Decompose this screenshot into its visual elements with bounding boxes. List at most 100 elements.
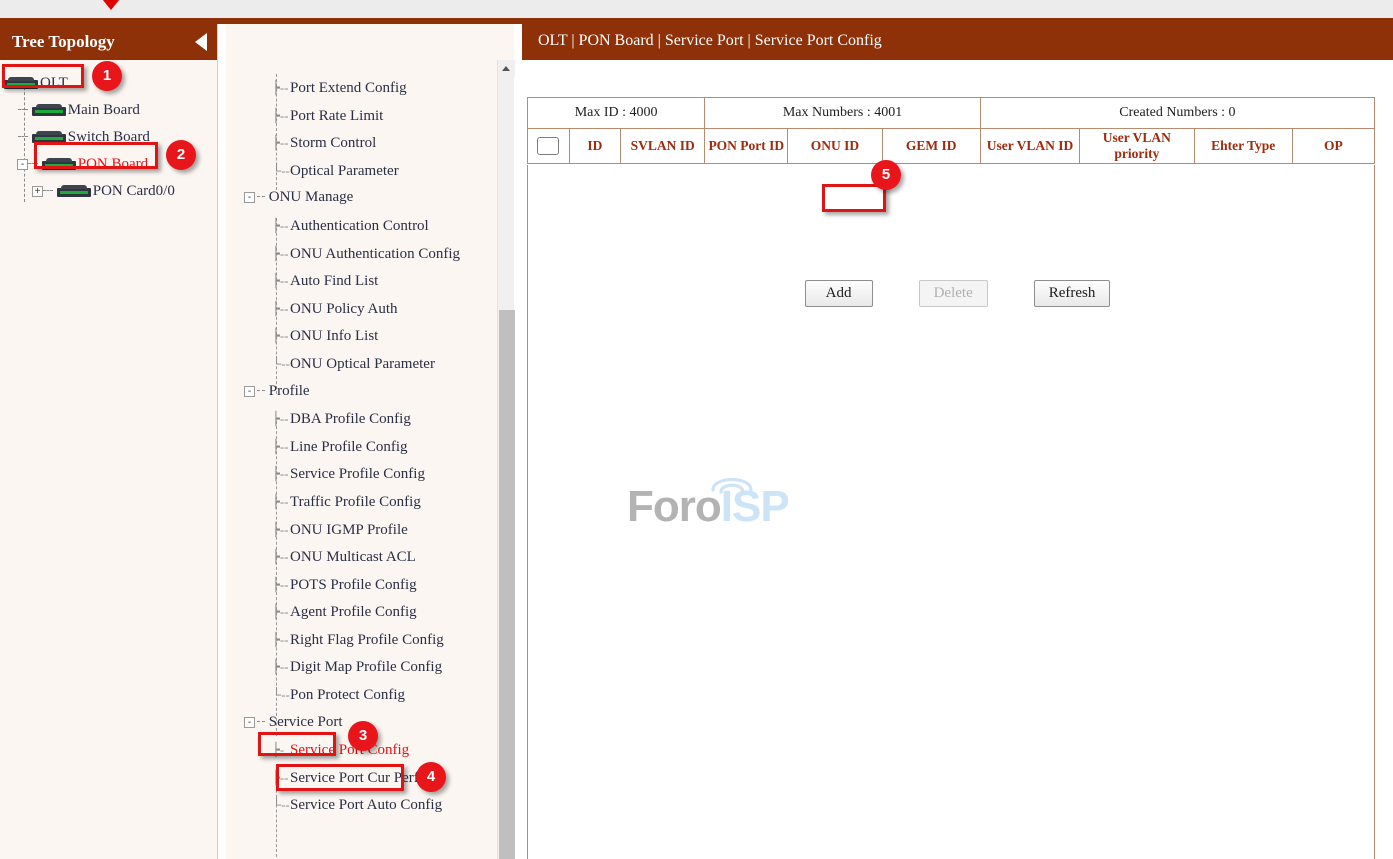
menu-item-port-extend-config[interactable]: ┝--Port Extend Config [226, 74, 514, 102]
menu-item-storm-control[interactable]: ┝--Storm Control [226, 129, 514, 157]
content-area: Max ID : 4000 Max Numbers : 4001 Created… [522, 97, 1393, 164]
triangle-left-icon[interactable] [195, 33, 207, 51]
menu-item-label: ONU Authentication Config [290, 246, 460, 262]
select-all-checkbox[interactable] [537, 137, 559, 155]
step-badge-5: 5 [871, 160, 901, 190]
menu-item-right-flag-profile-config[interactable]: ┝--Right Flag Profile Config [226, 626, 514, 654]
tree-node-main-board[interactable]: Main Board [0, 97, 217, 124]
tree-dash-icon: ┝- [272, 736, 290, 764]
menu-item-traffic-profile-config[interactable]: ┝--Traffic Profile Config [226, 488, 514, 516]
foroisp-watermark: ForoISP [627, 482, 827, 532]
menu-item-auto-find-list[interactable]: ┝--Auto Find List [226, 267, 514, 295]
column-user-vlan-id: User VLAN ID [980, 129, 1079, 164]
menu-item-onu-authentication-config[interactable]: ┝--ONU Authentication Config [226, 240, 514, 268]
column-id: ID [569, 129, 621, 164]
menu-item-optical-parameter[interactable]: └--Optical Parameter [226, 157, 514, 185]
menu-group-profile[interactable]: - Profile [226, 378, 514, 406]
scrollbar-thumb[interactable] [499, 310, 515, 859]
device-icon [42, 157, 76, 170]
device-icon [4, 76, 38, 89]
menu-group-onu-manage[interactable]: - ONU Manage [226, 184, 514, 212]
menu-item-onu-igmp-profile[interactable]: ┝--ONU IGMP Profile [226, 516, 514, 544]
tree-node-label: PON Board [78, 156, 148, 172]
tree-dash-icon: └-- [272, 350, 290, 378]
tree-dash-icon: ┝-- [272, 598, 290, 626]
menu-item-label: POTS Profile Config [290, 577, 417, 593]
refresh-button[interactable]: Refresh [1034, 280, 1111, 307]
menu-expander-minus-icon[interactable]: - [244, 192, 255, 203]
menu-item-label: Line Profile Config [290, 439, 407, 455]
menu-item-onu-optical-parameter[interactable]: └--ONU Optical Parameter [226, 350, 514, 378]
menu-expander-minus-icon[interactable]: - [244, 386, 255, 397]
tree-node-pon-card[interactable]: + PON Card0/0 [0, 178, 217, 205]
menu-item-label: Service Port Auto Config [290, 797, 442, 813]
device-icon [32, 103, 66, 116]
tree-expander-plus-icon[interactable]: + [32, 186, 43, 197]
tree-dash-icon: ┝-- [272, 488, 290, 516]
tree-dash-icon: ┝-- [272, 433, 290, 461]
menu-item-label: DBA Profile Config [290, 411, 411, 427]
column-gem-id: GEM ID [882, 129, 980, 164]
menu-group-label: Profile [269, 383, 310, 399]
menu-item-cutoff[interactable] [226, 60, 514, 74]
menu-group-label: Service Port [269, 714, 343, 730]
menu-item-pon-protect-config[interactable]: └--Pon Protect Config [226, 681, 514, 709]
service-port-table: Max ID : 4000 Max Numbers : 4001 Created… [527, 97, 1375, 164]
menu-item-onu-policy-auth[interactable]: ┝--ONU Policy Auth [226, 295, 514, 323]
menu-item-label: Agent Profile Config [290, 604, 417, 620]
tree-dash-icon: ┝-- [272, 543, 290, 571]
menu-item-pots-profile-config[interactable]: ┝--POTS Profile Config [226, 571, 514, 599]
red-down-arrow-icon [98, 0, 124, 10]
step-badge-4: 4 [416, 762, 446, 792]
menu-item-dba-profile-config[interactable]: ┝--DBA Profile Config [226, 405, 514, 433]
select-all-cell [528, 129, 570, 164]
column-svlan-id: SVLAN ID [621, 129, 705, 164]
tree-node-label: Switch Board [68, 129, 150, 145]
menu-expander-minus-icon[interactable]: - [244, 717, 255, 728]
column-op: OP [1292, 129, 1374, 164]
menu-item-agent-profile-config[interactable]: ┝--Agent Profile Config [226, 598, 514, 626]
menu-item-service-profile-config[interactable]: ┝--Service Profile Config [226, 460, 514, 488]
summary-max-numbers: Max Numbers : 4001 [705, 98, 981, 129]
breadcrumb-header: OLT | PON Board | Service Port | Service… [522, 24, 1393, 60]
menu-item-label: Traffic Profile Config [290, 494, 421, 510]
tree-dash-icon: ┝-- [272, 653, 290, 681]
menu-item-service-port-cur-perf[interactable]: ┝--Service Port Cur Perf [226, 764, 514, 792]
column-user-vlan-priority: User VLAN priority [1080, 129, 1194, 164]
scrollbar-up-button[interactable] [498, 60, 515, 77]
tree-dash-icon: ┝-- [272, 571, 290, 599]
add-button[interactable]: Add [805, 280, 873, 307]
menu-item-authentication-control[interactable]: ┝--Authentication Control [226, 212, 514, 240]
tree-node-label: Main Board [68, 102, 140, 118]
device-icon [32, 130, 66, 143]
column-pon-port-id: PON Port ID [705, 129, 788, 164]
menu-item-service-port-auto-config[interactable]: └--Service Port Auto Config [226, 791, 514, 819]
menu-item-line-profile-config[interactable]: ┝--Line Profile Config [226, 433, 514, 461]
column-ehter-type: Ehter Type [1194, 129, 1292, 164]
tree-expander-minus-icon[interactable]: - [17, 159, 28, 170]
menu-item-label: Pon Protect Config [290, 687, 405, 703]
menu-item-port-rate-limit[interactable]: ┝--Port Rate Limit [226, 102, 514, 130]
antenna-signal-icon [709, 470, 755, 494]
tree-dash-icon: ┝-- [272, 267, 290, 295]
tree-dash-icon: ┝-- [272, 516, 290, 544]
menu-item-label: Auto Find List [290, 273, 378, 289]
menu-item-onu-info-list[interactable]: ┝--ONU Info List [226, 322, 514, 350]
menu-item-label: ONU Policy Auth [290, 301, 398, 317]
menu-item-label: Authentication Control [290, 218, 429, 234]
tree-dash-icon: ┝-- [272, 102, 290, 130]
menu-item-label: Service Profile Config [290, 466, 425, 482]
tree-branch-line [18, 109, 28, 110]
menu-item-digit-map-profile-config[interactable]: ┝--Digit Map Profile Config [226, 653, 514, 681]
menu-item-label: Right Flag Profile Config [290, 632, 444, 648]
menu-item-label: Port Rate Limit [290, 108, 383, 124]
menu-item-onu-multicast-acl[interactable]: ┝--ONU Multicast ACL [226, 543, 514, 571]
tree-dash-icon: ┝-- [272, 764, 290, 792]
summary-max-id: Max ID : 4000 [528, 98, 705, 129]
table-summary-row: Max ID : 4000 Max Numbers : 4001 Created… [528, 98, 1375, 129]
tree-node-label: PON Card0/0 [93, 183, 175, 199]
menu-item-label: Storm Control [290, 135, 376, 151]
tree-dash-icon: └-- [272, 157, 290, 185]
menu-scrollbar[interactable] [497, 60, 514, 859]
tree-dash-icon: ┝-- [272, 626, 290, 654]
